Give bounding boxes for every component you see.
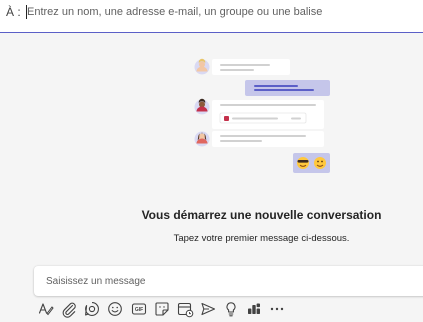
- praise-icon[interactable]: [221, 299, 241, 319]
- illustration-message-3: [194, 98, 324, 129]
- message-input[interactable]: [46, 273, 416, 289]
- send-icon[interactable]: [198, 299, 218, 319]
- empty-state-title: Vous démarrez une nouvelle conversation: [141, 208, 382, 222]
- apps-icon[interactable]: [244, 299, 264, 319]
- illustration-message-2: [245, 80, 330, 96]
- illustration-message-1: [194, 58, 290, 75]
- svg-text:GIF: GIF: [135, 307, 143, 313]
- emoji-icon[interactable]: [105, 299, 125, 319]
- gif-icon[interactable]: GIF: [129, 299, 149, 319]
- loop-icon[interactable]: [82, 299, 102, 319]
- illustration-message-4: [194, 131, 324, 147]
- compose-box[interactable]: [34, 266, 423, 296]
- sticker-icon[interactable]: [152, 299, 172, 319]
- schedule-meeting-icon[interactable]: [175, 299, 195, 319]
- attach-icon[interactable]: [59, 299, 79, 319]
- format-icon[interactable]: [36, 299, 56, 319]
- illustration-emoji-message: [293, 153, 330, 173]
- more-options-icon[interactable]: [267, 299, 287, 319]
- chat-illustration: [194, 58, 330, 173]
- empty-state-subtitle: Tapez votre premier message ci-dessous.: [173, 233, 350, 244]
